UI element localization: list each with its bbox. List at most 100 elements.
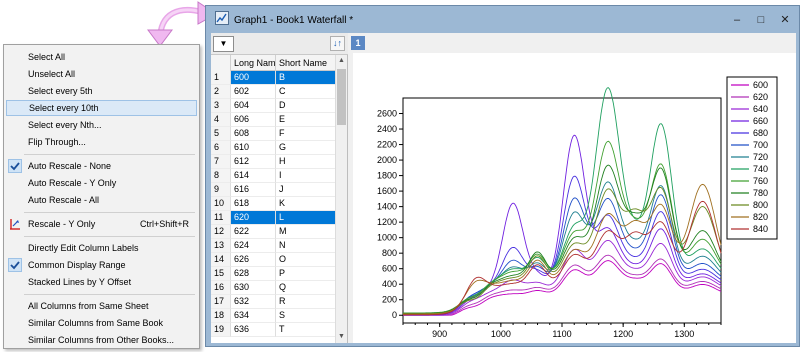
list-row[interactable]: 5 608 F (211, 127, 336, 141)
list-row[interactable]: 11 620 L (211, 211, 336, 225)
list-row[interactable]: 6 610 G (211, 141, 336, 155)
menu-item-label: Select every 5th (28, 86, 93, 96)
row-index: 7 (211, 155, 231, 169)
list-row[interactable]: 1 600 B (211, 71, 336, 85)
graph-area: 1 0 200 400 600 800 1000 1200 1400 1600 1800 2000 2… (351, 33, 796, 343)
list-row[interactable]: 2 602 C (211, 85, 336, 99)
row-long-name: 606 (231, 113, 276, 127)
legend-label: 620 (753, 92, 768, 102)
list-row[interactable]: 15 628 P (211, 267, 336, 281)
menu-separator (24, 236, 195, 237)
menu-item-similar-columns-from-other-books[interactable]: Similar Columns from Other Books... (6, 332, 197, 348)
menu-item-select-all[interactable]: Select All (6, 49, 197, 65)
header-long-name[interactable]: Long Name (231, 55, 276, 71)
title-bar[interactable]: Graph1 - Book1 Waterfall * – □ ✕ (206, 6, 799, 32)
maximize-button[interactable]: □ (751, 12, 771, 28)
layer-tab[interactable]: 1 (351, 36, 365, 50)
list-row[interactable]: 12 622 M (211, 225, 336, 239)
chevron-down-icon[interactable]: ▼ (213, 36, 234, 52)
row-short-name: F (276, 127, 336, 141)
menu-item-label: Auto Rescale - Y Only (28, 178, 117, 188)
close-button[interactable]: ✕ (775, 12, 795, 28)
menu-item-all-columns-from-same-sheet[interactable]: All Columns from Same Sheet (6, 298, 197, 314)
row-long-name: 632 (231, 295, 276, 309)
menu-item-select-every-5th[interactable]: Select every 5th (6, 83, 197, 99)
y-tick-label: 2600 (377, 109, 397, 119)
menu-separator (24, 212, 195, 213)
row-short-name: Q (276, 281, 336, 295)
row-short-name: P (276, 267, 336, 281)
menu-item-label: Select every Nth... (28, 120, 102, 130)
minimize-button[interactable]: – (727, 12, 747, 28)
row-index: 13 (211, 239, 231, 253)
y-tick-label: 0 (392, 310, 397, 320)
menu-item-rescale-y-only[interactable]: Rescale - Y Only Ctrl+Shift+R (6, 216, 197, 232)
menu-item-select-every-10th[interactable]: Select every 10th (6, 100, 197, 116)
legend-label: 820 (753, 212, 768, 222)
legend-label: 740 (753, 164, 768, 174)
column-list: Long Name Short Name 1 600 B 2 602 C 3 604 D 4 606… (211, 55, 348, 343)
list-row[interactable]: 8 614 I (211, 169, 336, 183)
row-index: 4 (211, 113, 231, 127)
list-row[interactable]: 16 630 Q (211, 281, 336, 295)
graph-window: Graph1 - Book1 Waterfall * – □ ✕ ▼ ↓↑ Lo… (205, 5, 800, 347)
y-tick-label: 2000 (377, 155, 397, 165)
scroll-up-icon[interactable]: ▲ (336, 55, 347, 67)
menu-item-label: Stacked Lines by Y Offset (28, 277, 132, 287)
list-row[interactable]: 13 624 N (211, 239, 336, 253)
row-long-name: 612 (231, 155, 276, 169)
menu-item-similar-columns-from-same-book[interactable]: Similar Columns from Same Book (6, 315, 197, 331)
context-menu: Select All Unselect All Select every 5th Se… (3, 44, 200, 349)
menu-item-label: Flip Through... (28, 137, 86, 147)
menu-item-label: Select All (28, 52, 66, 62)
menu-item-auto-rescale-all[interactable]: Auto Rescale - All (6, 192, 197, 208)
waterfall-chart[interactable]: 0 200 400 600 800 1000 1200 1400 1600 1800 2000 220… (353, 53, 800, 343)
row-short-name: G (276, 141, 336, 155)
scroll-thumb[interactable] (337, 69, 346, 125)
list-row[interactable]: 3 604 D (211, 99, 336, 113)
scroll-down-icon[interactable]: ▼ (336, 331, 347, 343)
menu-item-common-display-range[interactable]: Common Display Range (6, 257, 197, 273)
row-index: 18 (211, 309, 231, 323)
row-index: 2 (211, 85, 231, 99)
menu-item-flip-through[interactable]: Flip Through... (6, 134, 197, 150)
list-row[interactable]: 9 616 J (211, 183, 336, 197)
menu-separator (24, 294, 195, 295)
menu-item-directly-edit-column-labels[interactable]: Directly Edit Column Labels (6, 240, 197, 256)
x-tick-label: 900 (432, 329, 447, 339)
menu-item-auto-rescale-none[interactable]: Auto Rescale - None (6, 158, 197, 174)
window-client: ▼ ↓↑ Long Name Short Name 1 600 B 2 602 C 3 604… (211, 33, 796, 343)
menu-item-unselect-all[interactable]: Unselect All (6, 66, 197, 82)
graph-window-icon (215, 11, 229, 25)
legend-label: 640 (753, 104, 768, 114)
row-index: 9 (211, 183, 231, 197)
menu-item-select-every-nth[interactable]: Select every Nth... (6, 117, 197, 133)
menu-item-auto-rescale-y-only[interactable]: Auto Rescale - Y Only (6, 175, 197, 191)
list-row[interactable]: 7 612 H (211, 155, 336, 169)
vertical-scrollbar[interactable]: ▲ ▼ (335, 55, 347, 343)
legend-label: 700 (753, 140, 768, 150)
row-short-name: E (276, 113, 336, 127)
row-short-name: H (276, 155, 336, 169)
row-index: 3 (211, 99, 231, 113)
row-short-name: B (276, 71, 336, 85)
row-long-name: 608 (231, 127, 276, 141)
row-index: 5 (211, 127, 231, 141)
list-row[interactable]: 14 626 O (211, 253, 336, 267)
y-tick-label: 2400 (377, 124, 397, 134)
menu-item-stacked-lines-by-y-offset[interactable]: Stacked Lines by Y Offset (6, 274, 197, 290)
list-row[interactable]: 10 618 K (211, 197, 336, 211)
sort-icon[interactable]: ↓↑ (330, 36, 345, 51)
list-row[interactable]: 17 632 R (211, 295, 336, 309)
header-short-name[interactable]: Short Name (276, 55, 336, 71)
row-index: 10 (211, 197, 231, 211)
rescale-icon (9, 218, 21, 230)
row-index: 11 (211, 211, 231, 225)
header-index (211, 55, 231, 71)
list-row[interactable]: 19 636 T (211, 323, 336, 337)
menu-separator (24, 154, 195, 155)
list-row[interactable]: 18 634 S (211, 309, 336, 323)
legend-label: 680 (753, 128, 768, 138)
list-row[interactable]: 4 606 E (211, 113, 336, 127)
y-tick-label: 1400 (377, 202, 397, 212)
